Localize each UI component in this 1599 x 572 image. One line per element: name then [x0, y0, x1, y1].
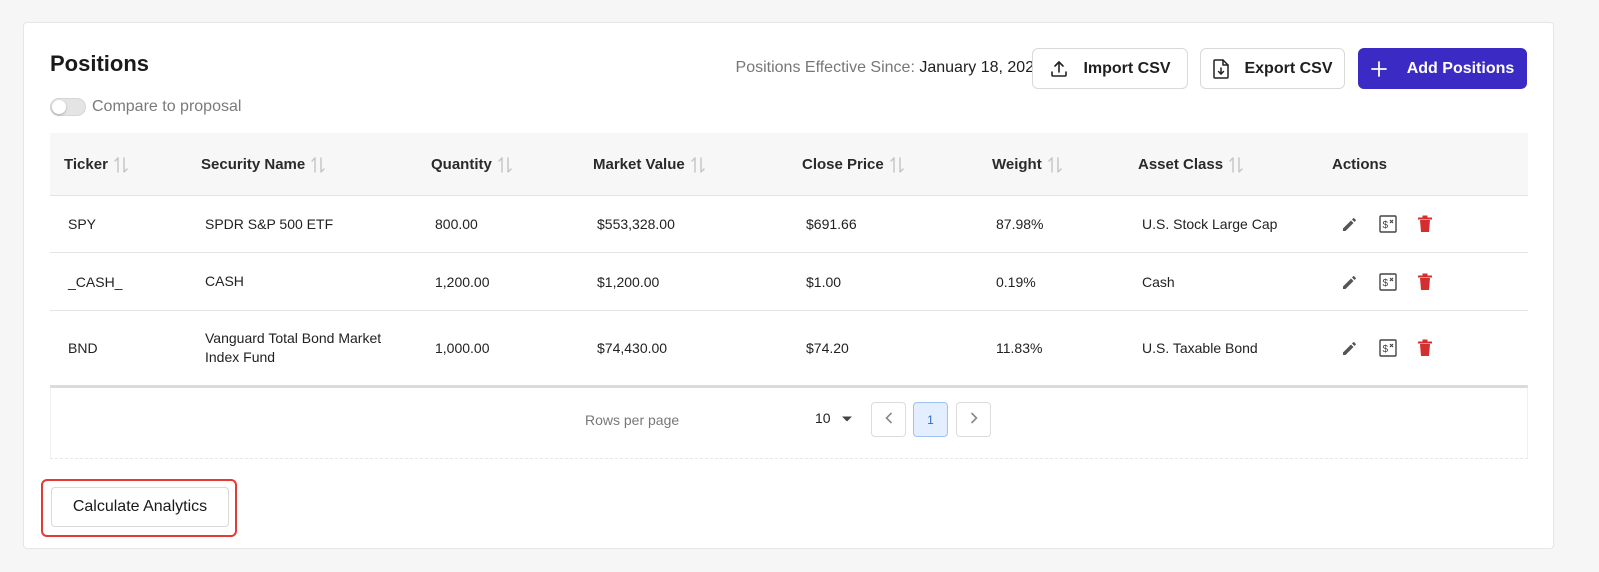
plus-icon	[1370, 60, 1387, 77]
cell-market-value: $1,200.00	[597, 273, 660, 290]
cell-ticker: BND	[68, 340, 98, 356]
table-header: Ticker Security Name Quantity Market Val…	[50, 133, 1528, 196]
column-label: Asset Class	[1138, 156, 1224, 173]
cell-market-value: $553,328.00	[597, 216, 675, 232]
svg-text:$: $	[1383, 344, 1389, 355]
sort-icon[interactable]	[498, 156, 512, 174]
effective-since: Positions Effective Since: January 18, 2…	[736, 59, 1043, 77]
svg-text:$: $	[1383, 220, 1389, 231]
cell-asset-class: U.S. Stock Large Cap	[1142, 216, 1278, 232]
sort-icon[interactable]	[311, 156, 325, 174]
cell-close-price: $74.20	[806, 340, 849, 356]
pencil-icon[interactable]	[1341, 215, 1359, 233]
dollar-document-icon[interactable]: $	[1378, 338, 1398, 358]
cell-actions: $	[1341, 253, 1433, 310]
calculate-analytics-highlight: Calculate Analytics	[41, 479, 237, 537]
column-label: Ticker	[64, 156, 108, 173]
sort-icon[interactable]	[691, 156, 705, 174]
cell-security-name: Vanguard Total Bond Market Index Fund	[205, 330, 382, 365]
column-header-ticker[interactable]: Ticker	[64, 133, 128, 196]
cell-close-price: $1.00	[806, 273, 842, 290]
chevron-left-icon	[884, 412, 893, 427]
positions-table: Ticker Security Name Quantity Market Val…	[50, 133, 1528, 459]
cell-asset-class: U.S. Taxable Bond	[1142, 340, 1258, 356]
export-csv-button[interactable]: Export CSV	[1200, 48, 1345, 89]
column-header-security-name[interactable]: Security Name	[201, 133, 325, 196]
compare-toggle-row: Compare to proposal	[50, 98, 241, 116]
column-header-close-price[interactable]: Close Price	[802, 133, 904, 196]
dollar-document-icon[interactable]: $	[1378, 272, 1398, 292]
table-row: BND Vanguard Total Bond Market Index Fun…	[50, 311, 1528, 387]
add-positions-button[interactable]: Add Positions	[1358, 48, 1527, 89]
column-label: Actions	[1332, 156, 1388, 173]
column-header-quantity[interactable]: Quantity	[431, 133, 512, 196]
table-row: SPY SPDR S&P 500 ETF 800.00 $553,328.00 …	[50, 196, 1528, 253]
column-header-asset-class[interactable]: Asset Class	[1138, 133, 1243, 196]
upload-icon	[1049, 59, 1069, 79]
sort-icon[interactable]	[1048, 156, 1062, 174]
cell-quantity: 1,000.00	[435, 340, 490, 356]
column-label: Quantity	[431, 156, 492, 173]
cell-security-name: SPDR S&P 500 ETF	[205, 215, 334, 232]
effective-label: Positions Effective Since:	[735, 59, 915, 76]
chevron-right-icon	[970, 412, 978, 427]
cell-actions: $	[1341, 311, 1433, 385]
import-csv-label: Import CSV	[1083, 59, 1171, 77]
positions-card: Positions Compare to proposal Positions …	[23, 22, 1554, 549]
import-csv-button[interactable]: Import CSV	[1032, 48, 1188, 89]
rows-per-page-label: Rows per page	[585, 412, 680, 428]
column-label: Market Value	[593, 156, 685, 173]
compare-toggle[interactable]	[50, 98, 86, 116]
trash-icon[interactable]	[1417, 339, 1433, 357]
dollar-document-icon[interactable]: $	[1378, 214, 1398, 234]
toggle-knob	[52, 100, 66, 114]
cell-close-price: $691.66	[806, 216, 857, 232]
compare-label: Compare to proposal	[92, 98, 242, 115]
trash-icon[interactable]	[1417, 215, 1433, 233]
download-file-icon	[1212, 58, 1230, 79]
pencil-icon[interactable]	[1341, 273, 1359, 291]
cell-weight: 87.98%	[996, 216, 1044, 232]
pencil-icon[interactable]	[1341, 339, 1359, 357]
cell-quantity: 800.00	[435, 216, 478, 232]
svg-text:$: $	[1383, 278, 1389, 289]
sort-icon[interactable]	[890, 156, 904, 174]
cell-weight: 11.83%	[996, 340, 1043, 356]
cell-market-value: $74,430.00	[597, 340, 668, 356]
cell-weight: 0.19%	[996, 273, 1036, 290]
cell-ticker: SPY	[68, 216, 97, 232]
cell-asset-class: Cash	[1142, 273, 1175, 290]
calculate-analytics-button[interactable]: Calculate Analytics	[51, 487, 229, 527]
table-row: _CASH_ CASH 1,200.00 $1,200.00 $1.00 0.1…	[50, 253, 1528, 311]
rows-per-page-select[interactable]: 10	[815, 410, 853, 426]
next-page-button[interactable]	[956, 402, 991, 437]
trash-icon[interactable]	[1417, 273, 1433, 291]
add-positions-label: Add Positions	[1406, 59, 1515, 77]
column-header-market-value[interactable]: Market Value	[593, 133, 705, 196]
sort-icon[interactable]	[114, 156, 128, 174]
page-title: Positions	[50, 51, 150, 76]
effective-date: January 18, 2026	[919, 59, 1043, 76]
cell-security-name: CASH	[205, 273, 244, 289]
column-label: Close Price	[802, 156, 884, 173]
table-pagination: Rows per page 10 1	[50, 387, 1528, 459]
page-button-current[interactable]: 1	[913, 402, 948, 437]
rows-per-page-value: 10	[815, 410, 831, 426]
previous-page-button[interactable]	[871, 402, 906, 437]
column-header-weight[interactable]: Weight	[992, 133, 1062, 196]
chevron-down-icon	[841, 410, 853, 426]
column-header-actions: Actions	[1332, 133, 1387, 196]
cell-ticker: _CASH_	[68, 273, 123, 290]
export-csv-label: Export CSV	[1244, 59, 1333, 77]
cell-quantity: 1,200.00	[435, 273, 490, 290]
cell-actions: $	[1341, 196, 1433, 252]
sort-icon[interactable]	[1229, 156, 1243, 174]
column-label: Security Name	[201, 156, 306, 173]
column-label: Weight	[992, 156, 1042, 173]
